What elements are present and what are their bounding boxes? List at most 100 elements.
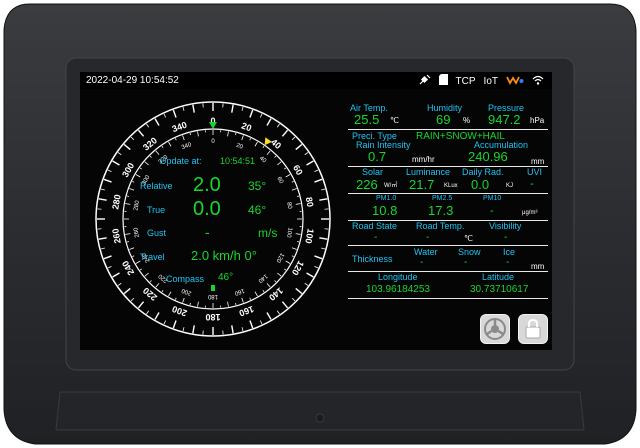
snow-value: - <box>464 257 468 268</box>
inner-tick-label: 340 <box>181 142 193 151</box>
road-temp-value: - <box>426 232 430 243</box>
road-temp-label: Road Temp. <box>416 221 465 231</box>
inner-tick <box>285 174 291 178</box>
inner-tick <box>125 233 131 235</box>
true-direction: 46° <box>248 203 267 217</box>
thickness-unit: mm <box>531 262 545 271</box>
inner-tick <box>182 297 185 303</box>
outer-tick <box>146 310 150 315</box>
road-state-label: Road State <box>352 221 398 231</box>
ice-value: - <box>506 257 510 268</box>
inner-tick <box>175 297 177 300</box>
outer-tick <box>123 143 131 151</box>
outer-tick <box>266 312 272 320</box>
air-temp-value: 25.5 <box>354 112 380 127</box>
road-state-value: - <box>374 232 378 243</box>
outer-tick <box>295 287 303 295</box>
outer-tick-label: 340 <box>171 120 189 135</box>
outer-tick <box>306 272 314 278</box>
inner-tick <box>144 161 149 166</box>
solar-label: Solar <box>362 167 384 177</box>
display-screen: 2022-04-29 10:54:52 TCP IoT 0 20 40 60 80 100… <box>80 72 552 350</box>
inner-tick <box>241 297 244 303</box>
outer-tick <box>291 297 296 302</box>
inner-tick-label: 60 <box>275 176 284 185</box>
outer-tick <box>146 123 150 128</box>
compass-value: 46° <box>218 272 234 283</box>
outer-tick <box>319 198 328 201</box>
settings-icon <box>484 318 506 340</box>
outer-tick <box>266 118 272 126</box>
outer-tick <box>182 106 185 111</box>
wifi-icon <box>532 75 544 88</box>
inner-tick <box>295 203 301 205</box>
update-time: 10:54:51 <box>220 156 256 166</box>
water-value: - <box>420 257 424 268</box>
outer-tick <box>182 327 185 332</box>
road-temp-unit: ℃ <box>464 234 473 243</box>
longitude-label: Longitude <box>378 272 418 282</box>
outer-tick <box>295 143 303 151</box>
iot-indicator: IoT <box>483 75 498 87</box>
outer-tick <box>249 320 254 329</box>
outer-tick <box>98 237 107 240</box>
outer-tick-label: 60 <box>291 163 305 177</box>
longitude-value: 103.96184253 <box>366 284 430 295</box>
inner-tick <box>182 135 185 141</box>
outer-tick <box>100 247 105 250</box>
outer-tick <box>154 118 160 126</box>
inner-tick <box>126 195 130 197</box>
inner-tick <box>149 280 152 283</box>
inner-tick <box>189 302 191 306</box>
lock-button[interactable] <box>518 314 548 344</box>
pm10-label: PM10 <box>483 195 502 202</box>
travel-value: 2.0 km/h 0° <box>191 248 257 263</box>
pressure-value: 947.2 <box>488 112 521 127</box>
signal-logo-icon <box>506 75 524 88</box>
daily-rad-label: Daily Rad. <box>462 167 504 177</box>
outer-tick <box>291 136 296 141</box>
outer-tick <box>304 282 309 286</box>
outer-tick-label: 180 <box>205 312 220 322</box>
lock-icon <box>525 318 541 339</box>
inner-tick <box>129 188 135 191</box>
outer-tick <box>107 265 112 269</box>
outer-tick <box>304 152 309 156</box>
inner-tick <box>144 272 149 277</box>
inner-tick-label: 140 <box>256 272 268 283</box>
outer-tick <box>281 129 289 137</box>
solar-unit: W/㎡ <box>384 183 398 189</box>
inner-tick <box>139 167 142 170</box>
outer-tick <box>130 297 135 302</box>
inner-tick <box>291 247 297 250</box>
inner-tick <box>249 297 251 300</box>
inner-tick <box>296 241 300 243</box>
outer-tick <box>192 104 195 113</box>
outer-tick-label: 280 <box>110 194 122 211</box>
outer-tick <box>172 109 177 118</box>
inner-tick <box>227 131 229 137</box>
uvi-value: - <box>530 178 534 190</box>
rain-intensity-value: 0.7 <box>368 149 387 164</box>
travel-label: Travel <box>140 252 165 262</box>
inner-tick <box>249 138 251 141</box>
inner-tick <box>197 301 199 307</box>
inner-tick <box>161 145 164 148</box>
outer-tick <box>276 310 280 315</box>
outer-tick <box>314 178 323 183</box>
latitude-value: 30.73710617 <box>470 284 529 295</box>
outer-tick <box>231 325 234 334</box>
wind-compass-gauge: 0 20 40 60 80 100 120 140 160 180 200 220 240 260 280 3… <box>80 89 350 350</box>
divider <box>348 245 548 246</box>
outer-tick <box>241 106 244 111</box>
inner-tick-label: 160 <box>233 287 245 296</box>
settings-button[interactable] <box>480 314 510 344</box>
outer-tick <box>231 104 234 113</box>
outer-tick <box>281 301 289 309</box>
outer-tick-label: 40 <box>269 137 283 151</box>
outer-tick <box>249 109 254 118</box>
compass-label: Compass <box>166 274 205 284</box>
inner-tick <box>129 247 135 250</box>
outer-tick <box>319 237 328 240</box>
pressure-unit: hPa <box>530 116 545 125</box>
